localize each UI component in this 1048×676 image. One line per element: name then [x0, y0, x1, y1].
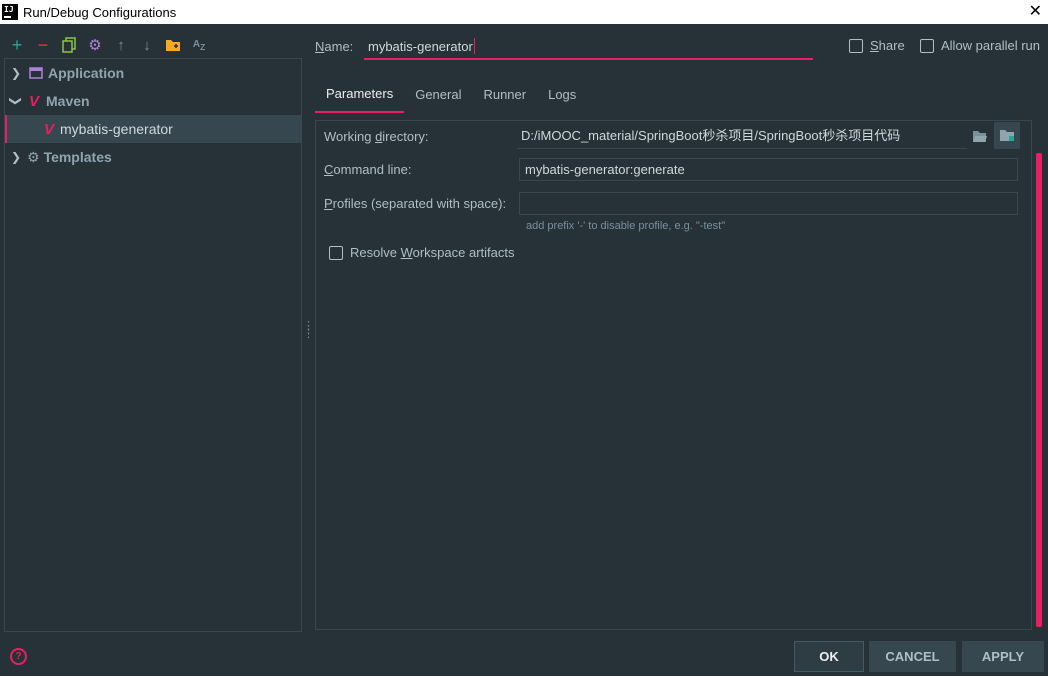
tree-item-templates[interactable]: ❯ ⚙ Templates: [5, 143, 301, 171]
tab-runner[interactable]: Runner: [472, 76, 537, 113]
gear-icon: ⚙: [27, 148, 40, 165]
edit-defaults-button[interactable]: ⚙: [82, 32, 108, 58]
copy-icon: [62, 37, 76, 53]
command-line-input[interactable]: mybatis-generator:generate: [519, 158, 1018, 181]
name-label: Name:: [315, 39, 354, 54]
tab-bar: Parameters General Runner Logs: [315, 76, 587, 113]
window-title: Run/Debug Configurations: [23, 4, 177, 20]
apply-button[interactable]: APPLY: [962, 641, 1044, 672]
new-folder-icon: [166, 40, 180, 51]
close-icon[interactable]: ✕: [1029, 1, 1042, 21]
intellij-logo-icon: IJ: [2, 4, 18, 20]
tab-logs[interactable]: Logs: [537, 76, 587, 113]
folder-open-icon: [973, 130, 987, 142]
share-label: Share: [870, 38, 905, 53]
tree-item-maven[interactable]: ❯ V Maven: [5, 87, 301, 115]
copy-button[interactable]: [56, 32, 82, 58]
add-icon: +: [11, 34, 23, 55]
remove-icon: −: [37, 34, 49, 55]
gear-icon: ⚙: [88, 37, 102, 54]
checkbox-box[interactable]: [920, 38, 934, 53]
new-folder-button[interactable]: [160, 32, 186, 58]
profiles-hint: add prefix '-' to disable profile, e.g. …: [526, 220, 726, 232]
scrollbar[interactable]: [1036, 153, 1042, 627]
resolve-workspace-artifacts-label: Resolve Workspace artifacts: [350, 245, 515, 260]
share-checkbox[interactable]: Share: [849, 38, 905, 53]
maven-icon: V: [43, 120, 54, 138]
working-directory-label: Working directory:: [324, 129, 429, 144]
module-folder-icon: [1000, 130, 1014, 141]
panel-splitter[interactable]: ⋮ ⋮ ⋮: [303, 321, 314, 340]
profiles-input[interactable]: [519, 192, 1018, 215]
sort-az-icon: AZ: [192, 38, 206, 52]
tree-item-label: Maven: [46, 93, 90, 109]
maven-icon: V: [28, 92, 39, 110]
working-directory-input[interactable]: D:/iMOOC_material/SpringBoot秒杀项目/SpringB…: [517, 121, 967, 149]
tree-item-mybatis-generator[interactable]: V mybatis-generator: [5, 115, 301, 143]
select-module-button[interactable]: [994, 122, 1020, 149]
application-icon: [29, 67, 43, 79]
cancel-button[interactable]: CANCEL: [869, 641, 956, 672]
remove-button[interactable]: −: [30, 32, 56, 58]
move-down-button[interactable]: ↓: [134, 32, 160, 58]
tree-item-label: Templates: [43, 149, 112, 165]
ok-button[interactable]: OK: [794, 641, 864, 672]
sort-button[interactable]: AZ: [186, 32, 212, 58]
chevron-right-icon[interactable]: ❯: [9, 66, 23, 80]
tree-item-label: mybatis-generator: [60, 121, 173, 137]
move-up-button[interactable]: ↑: [108, 32, 134, 58]
title-bar: IJ Run/Debug Configurations ✕: [0, 0, 1048, 24]
arrow-up-icon: ↑: [117, 36, 125, 54]
allow-parallel-run-label: Allow parallel run: [941, 38, 1040, 53]
tree-item-label: Application: [48, 65, 125, 81]
add-button[interactable]: +: [4, 32, 30, 58]
checkbox-box[interactable]: [849, 38, 863, 53]
tab-parameters[interactable]: Parameters: [315, 76, 405, 113]
config-toolbar: + − ⚙ ↑ ↓ AZ: [4, 32, 212, 58]
tree-item-application[interactable]: ❯ Application: [5, 59, 301, 87]
browse-folder-button[interactable]: [968, 124, 992, 148]
chevron-down-icon[interactable]: ❯: [9, 94, 23, 108]
profiles-label: Profiles (separated with space):: [324, 196, 507, 211]
tab-general[interactable]: General: [404, 76, 472, 113]
chevron-right-icon[interactable]: ❯: [9, 150, 23, 164]
help-icon[interactable]: ?: [10, 648, 27, 665]
arrow-down-icon: ↓: [143, 36, 151, 54]
text-caret: [473, 38, 475, 54]
checkbox-box[interactable]: [329, 245, 343, 260]
allow-parallel-run-checkbox[interactable]: Allow parallel run: [920, 38, 1040, 53]
command-line-label: Command line:: [324, 162, 412, 177]
config-tree: ❯ Application ❯ V Maven V mybatis-genera…: [4, 58, 302, 632]
name-input[interactable]: mybatis-generator: [364, 34, 813, 60]
resolve-workspace-artifacts-checkbox[interactable]: Resolve Workspace artifacts: [329, 245, 515, 260]
